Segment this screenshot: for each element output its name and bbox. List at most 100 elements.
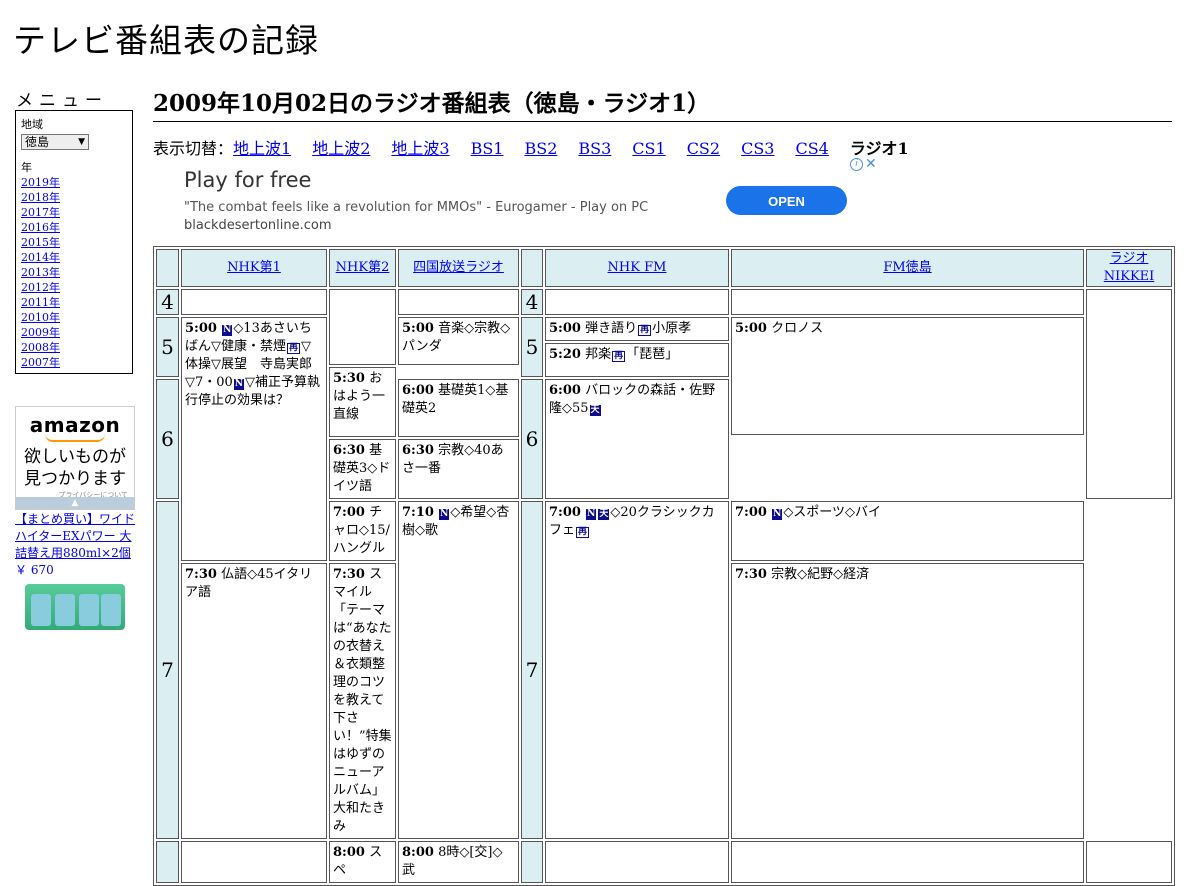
empty-cell [329,289,396,365]
table-row: 5 5:00 N ◇13あさいちばん▽健康・禁煙再 ▽体操▽展望 寺島実郎▽7・00… [156,317,1172,561]
product-item: 【まとめ買い】ワイドハイターEXパワー 大詰替え用880ml×2個 ￥ 670 [15,511,137,579]
program-time: 7:00 [549,505,581,520]
program-time: 5:30 [333,371,365,386]
program-cell[interactable]: 5:00 N ◇13あさいちばん▽健康・禁煙再 ▽体操▽展望 寺島実郎▽7・00 N ▽… [181,317,327,561]
year-link-2017[interactable]: 2017年 [21,205,127,220]
program-time: 7:30 [185,567,217,582]
year-link-2019[interactable]: 2019年 [21,175,127,190]
program-time: 7:10 [402,505,434,520]
program-cell[interactable]: 5:30 おはよう一直線 [329,367,396,437]
program-cell[interactable]: 7:30 スマイル「テーマは“あなたの衣替え＆衣類整理のコツを教えて下さい！”特… [329,563,396,839]
news-marker-icon: N [222,325,233,336]
region-select-value: 徳島 [25,134,50,149]
program-cell[interactable] [731,841,1084,883]
hour-cell: 6 [156,379,179,499]
ad-open-button[interactable]: OPEN [726,186,847,215]
year-link-2014[interactable]: 2014年 [21,250,127,265]
program-cell[interactable]: 7:30 仏語◇45イタリア語 [181,563,327,839]
program-cell[interactable]: 7:30 宗教◇紀野◇経済 [731,563,1084,839]
channel-link-nhkfm[interactable]: NHK FM [608,260,667,275]
channel-header-nhkfm: NHK FM [545,249,729,287]
program-title: 小原孝 [652,321,692,336]
region-select[interactable]: 徳島 ▼ [21,134,89,150]
program-title: スマイル「テーマは“あなたの衣替え＆衣類整理のコツを教えて下さい！”特集はゆずの… [333,567,392,834]
channel-header-nhk2: NHK第2 [329,249,396,287]
amazon-collapse-bar[interactable]: ▲ [16,497,134,509]
rerun-marker-icon: 再 [612,351,626,362]
channel-link-shikoku[interactable]: 四国放送ラジオ [413,260,504,275]
ad-info-icon[interactable]: i [850,158,863,171]
hour-cell [521,841,543,883]
amazon-ad[interactable]: amazon 欲しいものが見つかります プライバシーについて ▲ [15,406,135,510]
program-cell[interactable]: 6:00 バロックの森話・佐野隆◇55 天 [545,379,729,499]
program-cell[interactable]: 7:00 N 天 ◇20クラシックカフェ再 [545,501,729,839]
program-title: クロノス [771,321,824,336]
program-time: 7:00 [735,505,767,520]
program-time: 5:00 [735,321,767,336]
channel-link-nhk2[interactable]: NHK第2 [336,260,390,275]
empty-cell [1086,289,1172,499]
program-time: 6:00 [549,383,581,398]
program-title: 宗教◇紀野◇経済 [771,567,870,582]
program-time: 7:30 [735,567,767,582]
table-row: 8:00 スペ 8:00 8時◇[交]◇武 [156,841,1172,883]
program-cell[interactable]: 8:00 スペ [329,841,396,883]
program-cell[interactable]: 8:00 8時◇[交]◇武 [398,841,519,883]
program-time: 5:00 [402,321,434,336]
channel-link-fmtokushima[interactable]: FM徳島 [883,260,931,275]
rerun-marker-icon: 再 [576,527,590,538]
program-cell[interactable] [181,841,327,883]
ad-domain[interactable]: blackdesertonline.com [184,218,332,233]
year-link-2013[interactable]: 2013年 [21,265,127,280]
program-cell[interactable]: 5:00 弾き語り再小原孝 [545,317,729,341]
hour-cell: 4 [156,289,179,315]
program-title: 邦楽 [585,347,612,362]
ad-close-icon[interactable]: ✕ [865,156,877,172]
product-image[interactable] [25,584,125,630]
year-link-2015[interactable]: 2015年 [21,235,127,250]
channel-link-nikkei[interactable]: ラジオNIKKEI [1104,251,1155,284]
hour-header [156,249,179,287]
amazon-logo: amazon [29,413,121,437]
program-cell[interactable]: 6:30 基礎英3◇ドイツ語 [329,439,396,499]
news-marker-icon: N [772,509,783,520]
rerun-marker-icon: 再 [287,343,301,354]
weather-marker-icon: 天 [598,509,610,520]
year-link-2011[interactable]: 2011年 [21,295,127,310]
program-time: 6:30 [333,443,365,458]
ad-headline[interactable]: Play for free [184,168,311,192]
year-link-2016[interactable]: 2016年 [21,220,127,235]
chevron-up-icon: ▲ [71,498,79,508]
program-title: 弾き語り [585,321,638,336]
year-link-2018[interactable]: 2018年 [21,190,127,205]
program-cell[interactable]: 5:20 邦楽再「琵琶」 [545,343,729,377]
program-cell[interactable]: 6:30 宗教◇40あさ一番 [398,439,519,499]
year-link-2009[interactable]: 2009年 [21,325,127,340]
program-cell[interactable]: 6:00 基礎英1◇基礎英2 [398,379,519,437]
program-time: 5:20 [549,347,581,362]
program-cell[interactable] [1086,841,1172,883]
product-title-link[interactable]: 【まとめ買い】ワイドハイターEXパワー 大詰替え用880ml×2個 [15,512,135,560]
program-time: 6:30 [402,443,434,458]
ad-banner[interactable]: Play for free "The combat feels like a r… [153,156,881,244]
hour-cell: 6 [521,379,543,499]
empty-cell [181,289,327,315]
program-cell[interactable]: 7:00 チャロ◇15/ハングル [329,501,396,561]
year-link-2008[interactable]: 2008年 [21,340,127,355]
channel-link-nhk1[interactable]: NHK第1 [227,260,281,275]
region-label: 地域 [21,118,43,131]
year-link-2012[interactable]: 2012年 [21,280,127,295]
hour-cell: 4 [521,289,543,315]
program-cell[interactable]: 7:10 N ◇希望◇杏樹◇歌 [398,501,519,839]
hour-cell [156,841,179,883]
program-title: ◇スポーツ◇バイ [783,505,882,520]
program-cell[interactable]: 7:00 N ◇スポーツ◇バイ [731,501,1084,561]
empty-cell [545,289,729,315]
year-link-2010[interactable]: 2010年 [21,310,127,325]
program-cell[interactable] [545,841,729,883]
chevron-down-icon: ▼ [78,136,85,147]
year-link-2007[interactable]: 2007年 [21,355,127,370]
program-cell[interactable]: 5:00 音楽◇宗教◇パンダ [398,317,519,365]
program-cell[interactable]: 5:00 クロノス [731,317,1084,435]
site-title: テレビ番組表の記録 [13,21,319,60]
